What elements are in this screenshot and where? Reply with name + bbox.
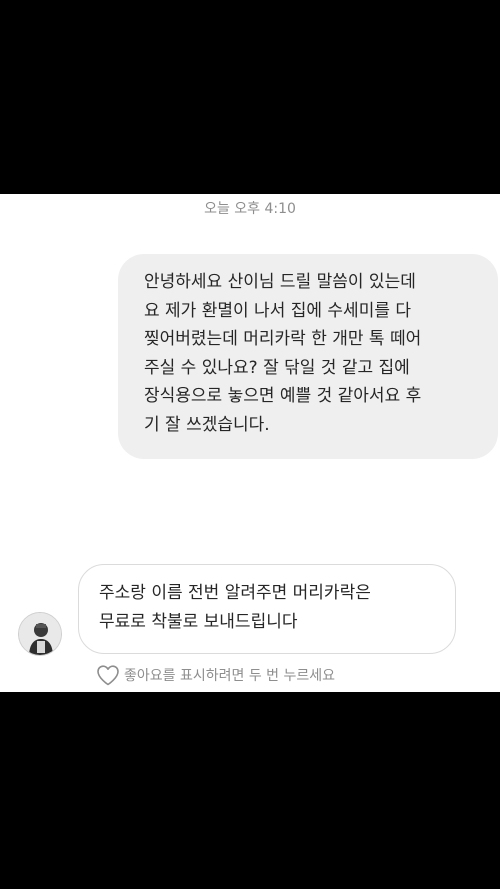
message-timestamp: 오늘 오후 4:10 [204,201,296,217]
received-message-bubble[interactable]: 주소랑 이름 전번 알려주면 머리카락은 무료로 착불로 보내드립니다 [78,564,456,654]
message-line: 주소랑 이름 전번 알려주면 머리카락은 [99,583,371,603]
message-line: 찢어버렸는데 머리카락 한 개만 톡 떼어 [144,329,422,349]
message-line: 안녕하세요 산이님 드릴 말씀이 있는데 [144,272,416,292]
message-line: 기 잘 쓰겠습니다. [144,414,270,435]
avatar-icon [19,613,61,655]
message-line: 요 제가 환멸이 나서 집에 수세미를 다 [144,300,412,321]
heart-outline-icon[interactable] [96,664,120,686]
like-hint-text: 좋아요를 표시하려면 두 번 누르세요 [124,668,335,684]
redacted-area [140,478,490,538]
like-hint[interactable]: 좋아요를 표시하려면 두 번 누르세요 [96,663,335,687]
sent-message-bubble[interactable]: 안녕하세요 산이님 드릴 말씀이 있는데 요 제가 환멸이 나서 집에 수세미를… [118,254,498,459]
message-line: 장식용으로 놓으면 예쁠 것 같아서요 후 [144,386,422,406]
message-line: 주실 수 있나요? 잘 닦일 것 같고 집에 [144,357,410,378]
message-line: 무료로 착불로 보내드립니다 [99,612,298,632]
sender-avatar[interactable] [18,612,62,656]
chat-screen: 오늘 오후 4:10 안녕하세요 산이님 드릴 말씀이 있는데 요 제가 환멸이… [0,194,500,692]
